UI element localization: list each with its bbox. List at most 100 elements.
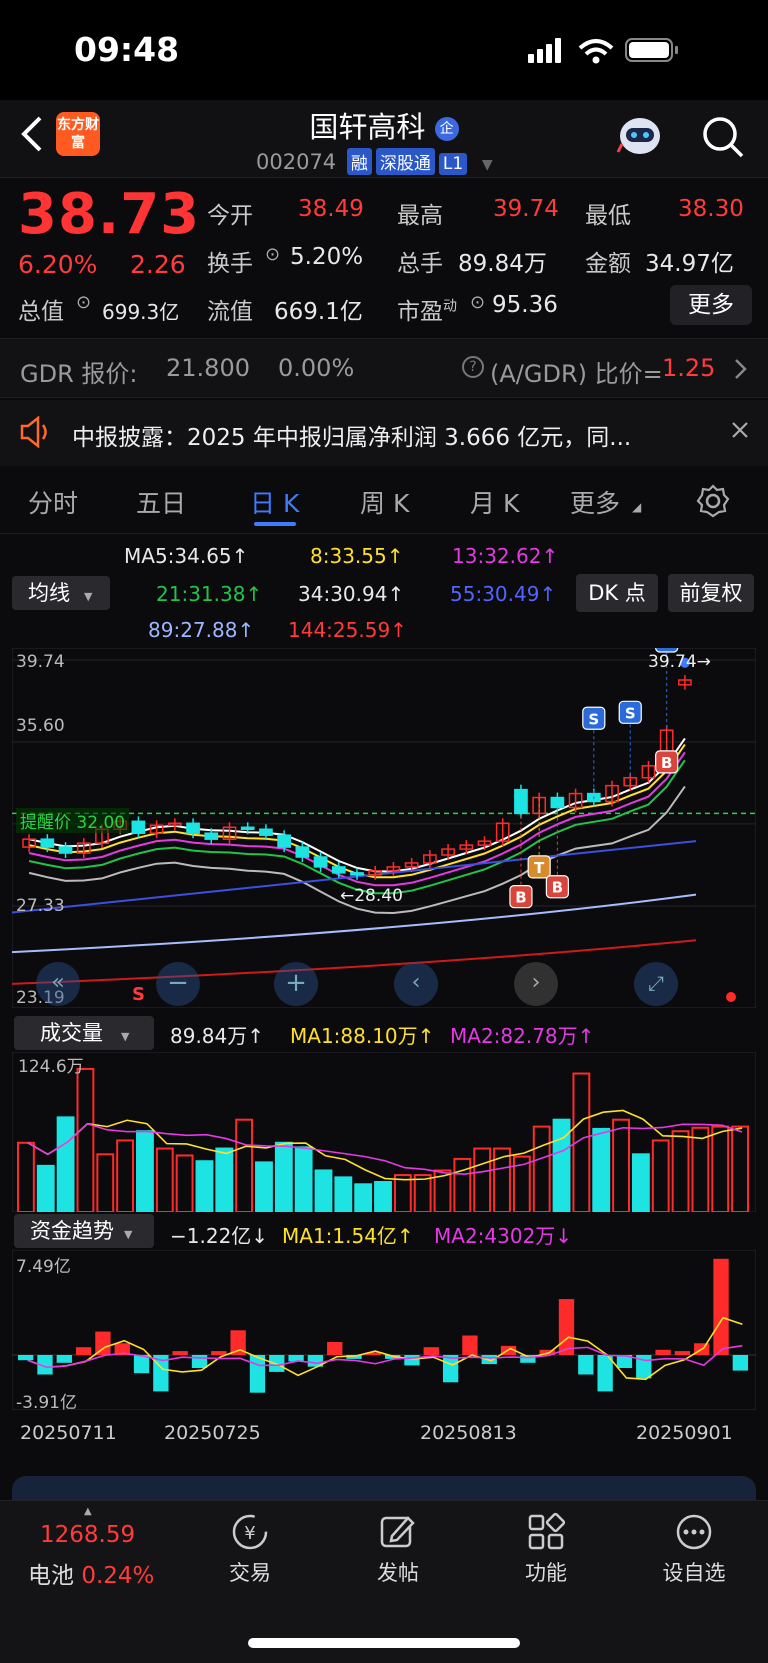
volume-bar [731,1125,750,1212]
tab-monthly-k[interactable]: 月 K [470,484,519,520]
signal-marker-text: S [625,704,636,722]
info-dots-icon[interactable]: ⊙ [265,244,280,265]
volume-bar [17,1141,35,1212]
volume-bar [96,1153,115,1212]
pe-value: 95.36 [492,292,558,318]
tab-weekly-k[interactable]: 周 K [360,484,409,520]
status-time: 09:48 [74,30,180,69]
fund-trend-chart [12,1250,756,1410]
fullscreen-icon[interactable]: ⤢ [634,962,678,1006]
tab-more[interactable]: 更多 [570,484,620,520]
date-label-1: 20250711 [20,1422,117,1444]
y-tick-2: 35.60 [16,716,65,736]
float-label: 流值 [207,299,253,325]
s-marker: S [132,984,145,1005]
scroll-left-icon[interactable]: ‹ [394,962,438,1006]
high-value: 39.74 [493,196,559,222]
help-icon[interactable]: ? [462,356,484,378]
volume-bar [274,1141,293,1212]
volume-chart [12,1052,756,1212]
alert-price-label[interactable]: 提醒价 32.00 [16,808,130,833]
volume-bar [175,1154,194,1212]
grid-icon [528,1512,566,1550]
dk-point-button[interactable]: DK 点 [576,574,658,612]
more-button[interactable]: 更多 [670,285,752,325]
candle-body [204,832,219,840]
rewind-icon[interactable]: « [36,962,80,1006]
caret-up-icon: ▲ [84,1506,92,1517]
home-indicator[interactable] [248,1638,520,1648]
volume-value: 89.84万 [458,251,547,277]
fund-trend-dropdown[interactable]: 资金趋势 ▼ [14,1214,154,1248]
y-tick-high: 39.74 [16,652,65,672]
volume-bar [592,1127,611,1212]
ma-dropdown-button[interactable]: 均线 ▼ [12,576,110,610]
search-icon[interactable] [700,114,746,160]
wifi-icon [578,39,614,64]
zoom-in-icon[interactable]: + [274,962,318,1006]
caret-icon: ◢ [632,500,642,514]
amount-value: 34.97亿 [645,251,734,277]
sector-index-row[interactable]: 电池 0.24% [28,1556,154,1590]
volume-bar [294,1146,313,1212]
low-label: 最低 [585,203,631,229]
stock-code-row[interactable]: 002074 融深股通 L1 ▼ [256,148,493,175]
signal-icon [528,38,561,63]
amount-label: 金额 [585,251,631,277]
fund-bar [674,1351,691,1355]
candle-body [277,834,291,848]
nav-post[interactable]: 发帖 [348,1512,448,1587]
nav-function[interactable]: 功能 [496,1512,596,1587]
volume-bar [374,1181,392,1212]
pe-label: 市盈动 [397,298,457,325]
app-root: 09:48 东方财富 国轩高科 企 002074 融深股通 L1 ▼ 38.73 … [0,0,768,1663]
volume-bar [651,1139,670,1212]
kline-markers: SSSBTBB [509,648,690,909]
volume-bar [235,1118,254,1212]
mktcap-label: 总值 [18,299,64,325]
adjust-button[interactable]: 前复权 [668,574,754,612]
volume-bar [76,1067,95,1212]
ma144-label: 144:25.59↑ [288,618,407,642]
nav-trade[interactable]: ¥ 交易 [200,1512,300,1587]
tab-intraday[interactable]: 分时 [28,484,78,520]
candle-body [514,788,528,815]
tab-daily-k[interactable]: 日 K [250,484,299,520]
info-dots-icon[interactable]: ⊙ [76,292,91,313]
volume-bar [314,1169,333,1212]
info-dots-icon[interactable]: ⊙ [470,292,485,313]
zoom-out-icon[interactable]: − [156,962,200,1006]
mktcap-value: 699.3亿 [102,300,180,324]
fund-bar [56,1355,72,1363]
change-pct: 6.20% [18,250,98,279]
close-icon[interactable] [730,420,750,440]
gear-icon[interactable] [696,484,730,518]
fund-bar [597,1355,613,1392]
scroll-right-icon[interactable]: › [514,962,558,1006]
status-icons [528,38,678,64]
fund-bar [249,1355,266,1393]
fund-bar [558,1299,575,1355]
open-label: 今开 [207,203,253,229]
gdr-ratio: 1.25 [662,354,716,382]
robot-assistant-icon[interactable] [616,114,664,158]
fund-bar [172,1351,188,1355]
nav-watchlist[interactable]: 设自选 [644,1512,744,1587]
volume-bar [612,1118,630,1212]
volume-indicator-dropdown[interactable]: 成交量 ▼ [14,1016,154,1050]
fund-bar [211,1351,227,1355]
high-label: 最高 [397,203,443,229]
volume-bar [56,1116,75,1212]
float-value: 669.1亿 [274,299,363,325]
tab-five-day[interactable]: 五日 [136,484,186,520]
candle-body [313,856,328,868]
dropdown-caret-icon[interactable]: ▼ [482,157,493,173]
ma21-label: 21:31.38↑ [156,582,263,606]
fund-bar [713,1258,729,1355]
sector-index-value[interactable]: 1268.59 [40,1522,135,1548]
candle-body [331,866,346,874]
volume-bar [473,1147,492,1212]
volume-max-label: 124.6万 [18,1057,84,1077]
volume-bar [354,1183,373,1212]
chevron-right-icon [735,359,747,379]
